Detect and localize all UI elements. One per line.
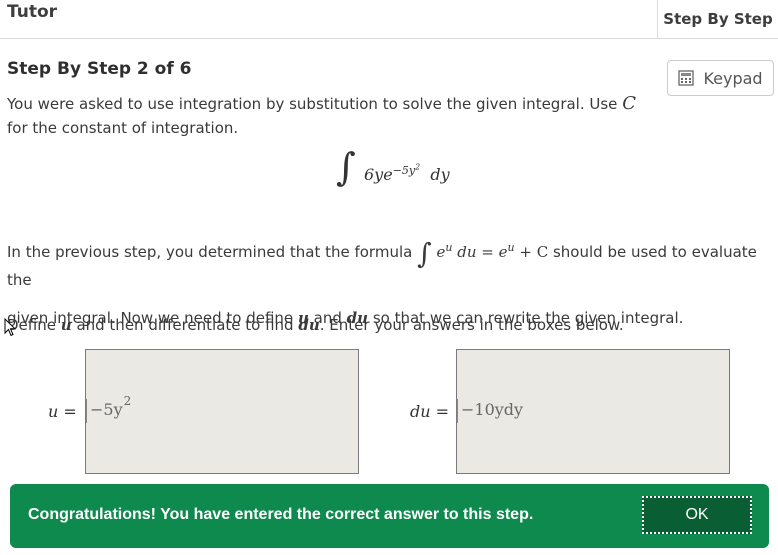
- u-answer-value[interactable]: −5y2: [86, 394, 131, 423]
- keypad-label: Keypad: [703, 68, 763, 88]
- app-title: Tutor: [7, 2, 58, 22]
- step-title: Step By Step 2 of 6: [7, 59, 192, 79]
- intro-paragraph: You were asked to use integration by sub…: [7, 93, 636, 137]
- du-label: du =: [410, 402, 450, 421]
- tab-step-by-step[interactable]: Step By Step: [657, 0, 778, 38]
- success-banner: Congratulations! You have entered the co…: [10, 484, 769, 548]
- constant-c: C: [622, 93, 636, 114]
- mouse-pointer-icon: [4, 317, 17, 341]
- integral-sign-icon: ∫: [336, 145, 356, 189]
- calculator-icon: [678, 70, 695, 86]
- du-answer-box[interactable]: −10ydy: [456, 349, 730, 474]
- integral-sign-icon: ∫: [417, 237, 432, 270]
- du-answer-value[interactable]: −10ydy: [457, 399, 523, 423]
- success-message: Congratulations! You have entered the co…: [28, 506, 534, 523]
- top-bar: Tutor Step By Step: [0, 0, 778, 39]
- u-answer-box[interactable]: −5y2: [85, 349, 359, 474]
- instruction-paragraph: Define u and then differentiate to find …: [7, 316, 624, 334]
- keypad-button[interactable]: Keypad: [667, 60, 774, 96]
- u-label: u =: [48, 402, 77, 421]
- ok-button[interactable]: OK: [642, 496, 752, 534]
